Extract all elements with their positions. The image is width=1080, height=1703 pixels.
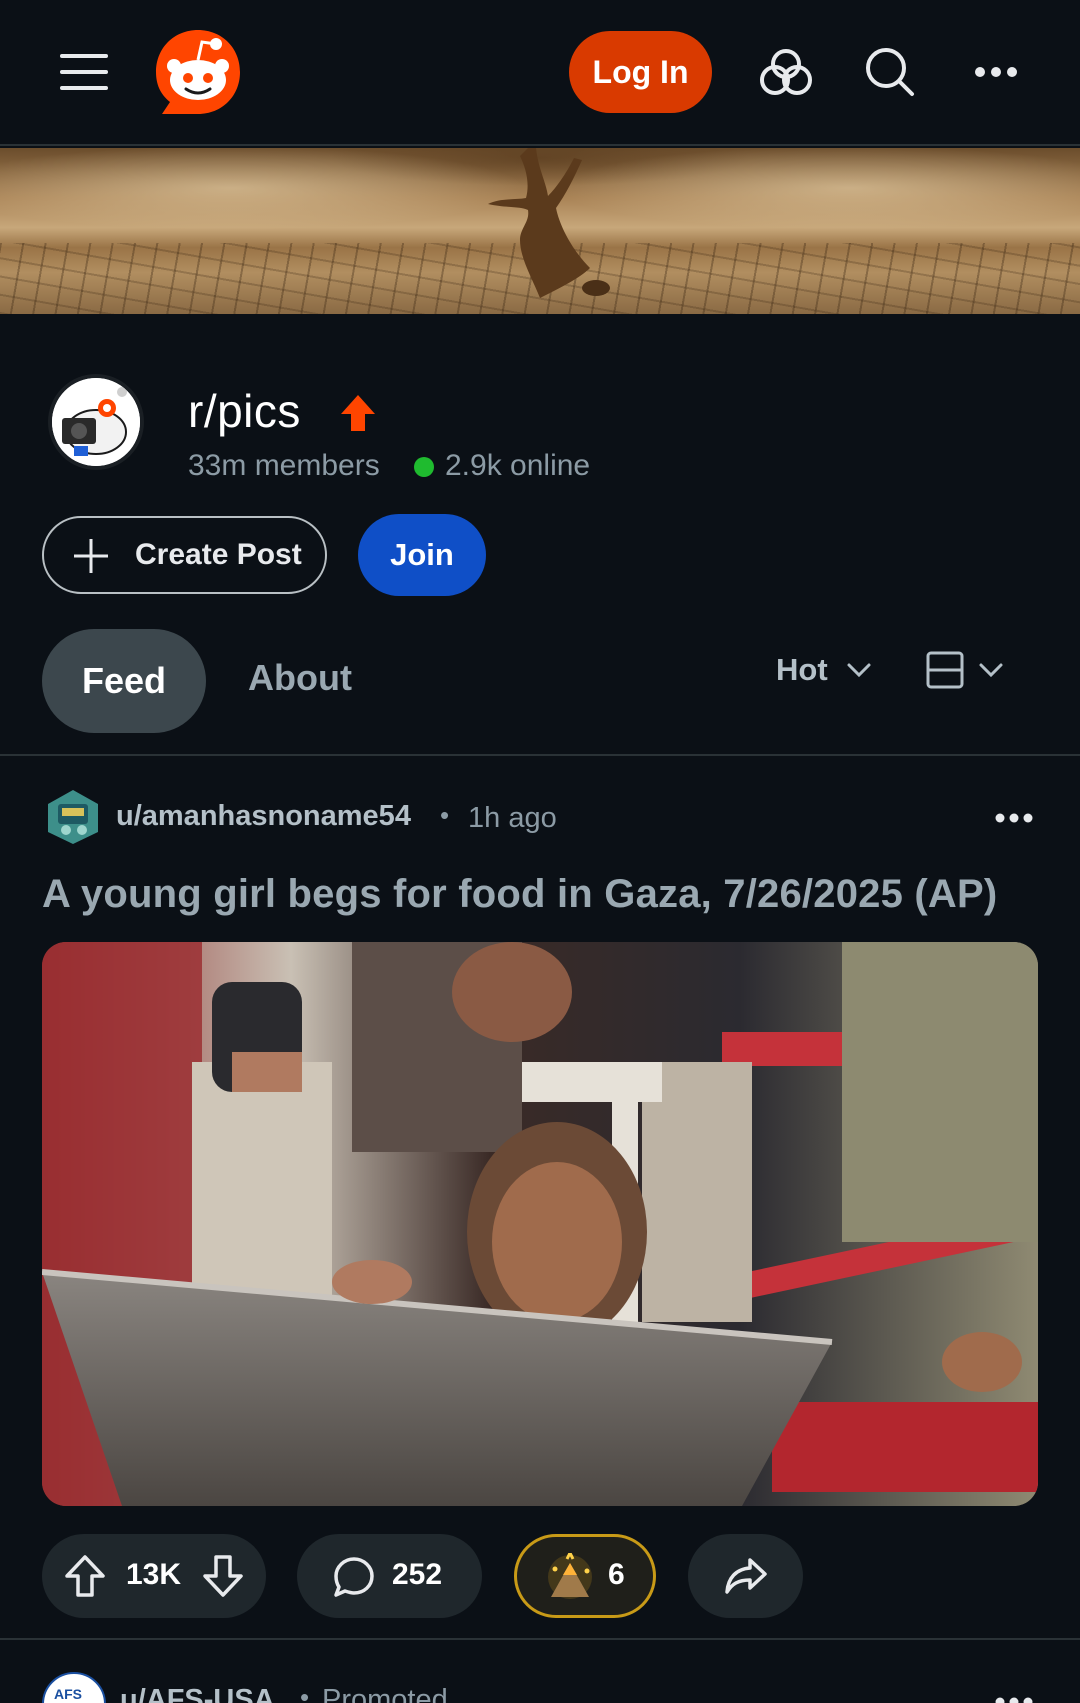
post-author[interactable]: u/amanhasnoname54 (116, 800, 411, 833)
member-count: 33m members (188, 449, 380, 482)
award-count: 6 (608, 1558, 625, 1591)
sort-dropdown[interactable]: Hot (776, 648, 872, 692)
reddit-logo[interactable] (152, 26, 244, 118)
vote-count: 13K (126, 1558, 182, 1591)
post-image[interactable] (42, 942, 1038, 1506)
community-name[interactable]: r/pics (188, 384, 301, 438)
post-options-icon[interactable] (990, 1684, 1038, 1703)
online-count: 2.9k online (445, 449, 591, 482)
award-icon (548, 1553, 592, 1599)
tab-feed[interactable]: Feed (42, 629, 206, 733)
share-icon (725, 1558, 767, 1594)
meta-separator: • (440, 800, 450, 830)
share-button[interactable] (688, 1534, 803, 1618)
post-options-icon[interactable] (990, 800, 1038, 836)
login-button[interactable]: Log In (569, 31, 712, 113)
view-layout-dropdown[interactable] (926, 648, 1004, 692)
trending-up-arrow-icon (341, 395, 375, 431)
create-post-button[interactable]: Create Post (42, 516, 327, 594)
comment-count: 252 (392, 1558, 443, 1591)
chevron-down-icon (979, 663, 1003, 678)
post-title[interactable]: A young girl begs for food in Gaza, 7/26… (42, 872, 1042, 917)
post-divider (0, 1638, 1080, 1640)
more-horizontal-icon[interactable] (964, 40, 1028, 104)
advertiser-avatar[interactable]: AFS (42, 1672, 106, 1703)
awards-button[interactable]: 6 (514, 1534, 656, 1618)
comment-icon (334, 1557, 374, 1597)
tab-about[interactable]: About (248, 657, 352, 699)
meta-separator: • (300, 1682, 310, 1703)
promoted-label: Promoted (322, 1684, 448, 1703)
card-view-icon (926, 651, 964, 689)
user-avatar[interactable] (46, 788, 100, 846)
search-icon[interactable] (858, 40, 922, 104)
create-post-label: Create Post (135, 538, 302, 571)
games-icon[interactable] (754, 40, 818, 104)
sort-label: Hot (776, 652, 828, 687)
hamburger-menu-icon[interactable] (52, 40, 116, 104)
post-timestamp: 1h ago (468, 802, 557, 834)
community-avatar[interactable] (48, 374, 144, 470)
section-divider (0, 754, 1080, 756)
plus-icon (74, 539, 108, 573)
top-navigation-bar: Log In (0, 0, 1080, 146)
advertiser-avatar-text: AFS (54, 1686, 82, 1702)
vote-control: 13K (42, 1534, 266, 1618)
comments-button[interactable]: 252 (297, 1534, 482, 1618)
promoted-author[interactable]: u/AFS-USA (120, 1684, 275, 1703)
upvote-icon[interactable] (64, 1554, 106, 1598)
join-button[interactable]: Join (358, 514, 486, 596)
community-banner (0, 148, 1080, 314)
chevron-down-icon (847, 663, 871, 678)
downvote-icon[interactable] (202, 1554, 244, 1598)
online-status-dot (414, 457, 434, 477)
